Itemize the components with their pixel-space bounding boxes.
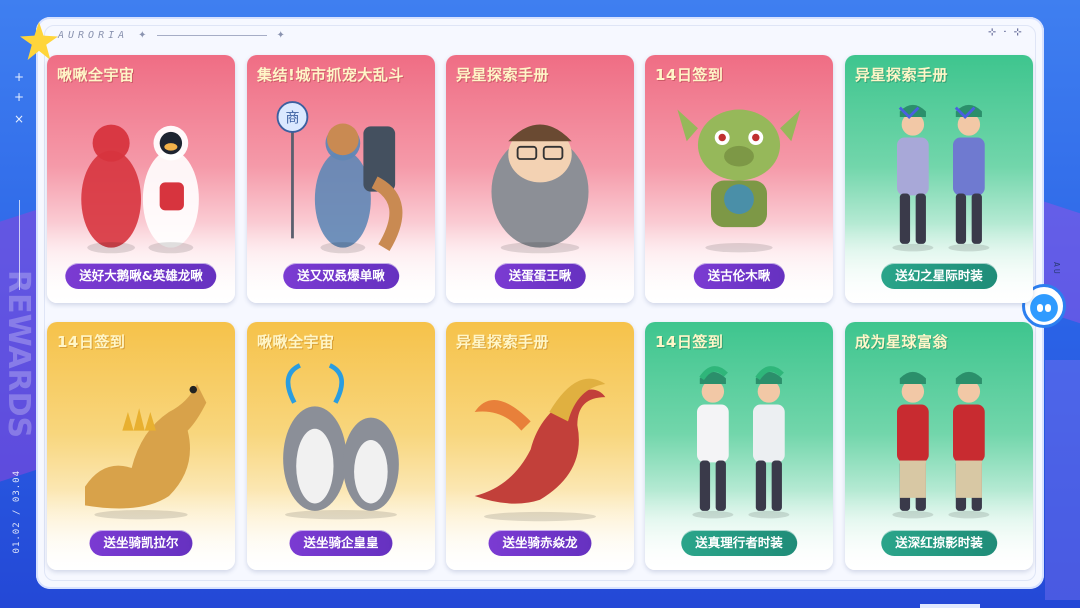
star-outfit-pair-icon [859,89,1019,257]
reward-label-button[interactable]: 送真理行者时装 [681,530,797,556]
plus-icon: + [14,70,25,84]
plus-icon: + [14,90,25,104]
reward-label-button[interactable]: 送坐骑赤焱龙 [488,530,592,556]
corner-icon: ⊹ [988,27,997,38]
right-rail-text: AU [1052,262,1061,276]
reward-label-button[interactable]: 送坐骑企皇皇 [289,530,393,556]
reward-card[interactable]: 14日签到送真理行者时装 [645,322,833,570]
reward-label-button[interactable]: 送好大鹅啾&英雄龙啾 [65,263,217,289]
reward-source-tag: 异星探索手册 [456,333,550,351]
reward-card[interactable]: 啾啾全宇宙送坐骑企皇皇 [247,322,435,570]
reward-label-button[interactable]: 送坐骑凯拉尔 [89,530,193,556]
reward-label-button[interactable]: 送深红掠影时装 [881,530,997,556]
brand-title: AURORIA [58,29,129,41]
reward-label-button[interactable]: 送古伦木啾 [693,263,785,289]
reward-card[interactable]: 成为星球富翁送深红掠影时装 [845,322,1033,570]
reward-card[interactable]: 商 集结!城市抓宠大乱斗送又双叒爆单啾 [247,55,435,303]
bottom-accent [920,604,980,608]
header-bar: AURORIA ✦ ✦ [58,27,285,43]
egg-man-icon [460,89,620,257]
reward-card[interactable]: 啾啾全宇宙送好大鹅啾&英雄龙啾 [47,55,235,303]
reward-card[interactable]: 14日签到送古伦木啾 [645,55,833,303]
corner-icon: · [1003,27,1007,38]
cross-icon: × [14,112,25,126]
reward-card[interactable]: 14日签到送坐骑凯拉尔 [47,322,235,570]
reward-source-tag: 异星探索手册 [456,66,550,84]
goblin-pig-icon [659,89,819,257]
reward-label-button[interactable]: 送蛋蛋王啾 [494,263,586,289]
svg-text:商: 商 [285,111,299,127]
red-jacket-pair-icon [859,356,1019,524]
lab-coat-pair-icon [659,356,819,524]
dragon-mount-icon [61,356,221,524]
reward-label-button[interactable]: 送幻之星际时装 [881,263,997,289]
side-code: 01.02 / 03.04 [12,470,22,554]
header-rule [156,34,267,36]
sparkle-icon: ✦ [276,29,285,41]
mascot-pair-icon [61,89,221,257]
reward-label-button[interactable]: 送又双叒爆单啾 [283,263,399,289]
reward-card[interactable]: 异星探索手册送坐骑赤焱龙 [446,322,634,570]
corner-icon: ⊹ [1013,27,1022,38]
reward-source-tag: 啾啾全宇宙 [257,333,335,351]
reward-source-tag: 14日签到 [655,66,724,84]
reward-card[interactable]: 异星探索手册送蛋蛋王啾 [446,55,634,303]
reward-source-tag: 集结!城市抓宠大乱斗 [257,66,404,84]
reward-source-tag: 啾啾全宇宙 [57,66,135,84]
side-watermark: REWARDS [1,270,36,439]
fire-dragon-icon [460,356,620,524]
sparkle-icon: ✦ [138,29,147,41]
header-corner-icons: ⊹ · ⊹ [988,27,1022,38]
reward-source-tag: 成为星球富翁 [855,333,949,351]
reward-source-tag: 异星探索手册 [855,66,949,84]
reward-card[interactable]: 异星探索手册送幻之星际时装 [845,55,1033,303]
squirrel-courier-icon: 商 [261,89,421,257]
reward-source-tag: 14日签到 [655,333,724,351]
penguin-mount-icon [261,356,421,524]
reward-source-tag: 14日签到 [57,333,126,351]
